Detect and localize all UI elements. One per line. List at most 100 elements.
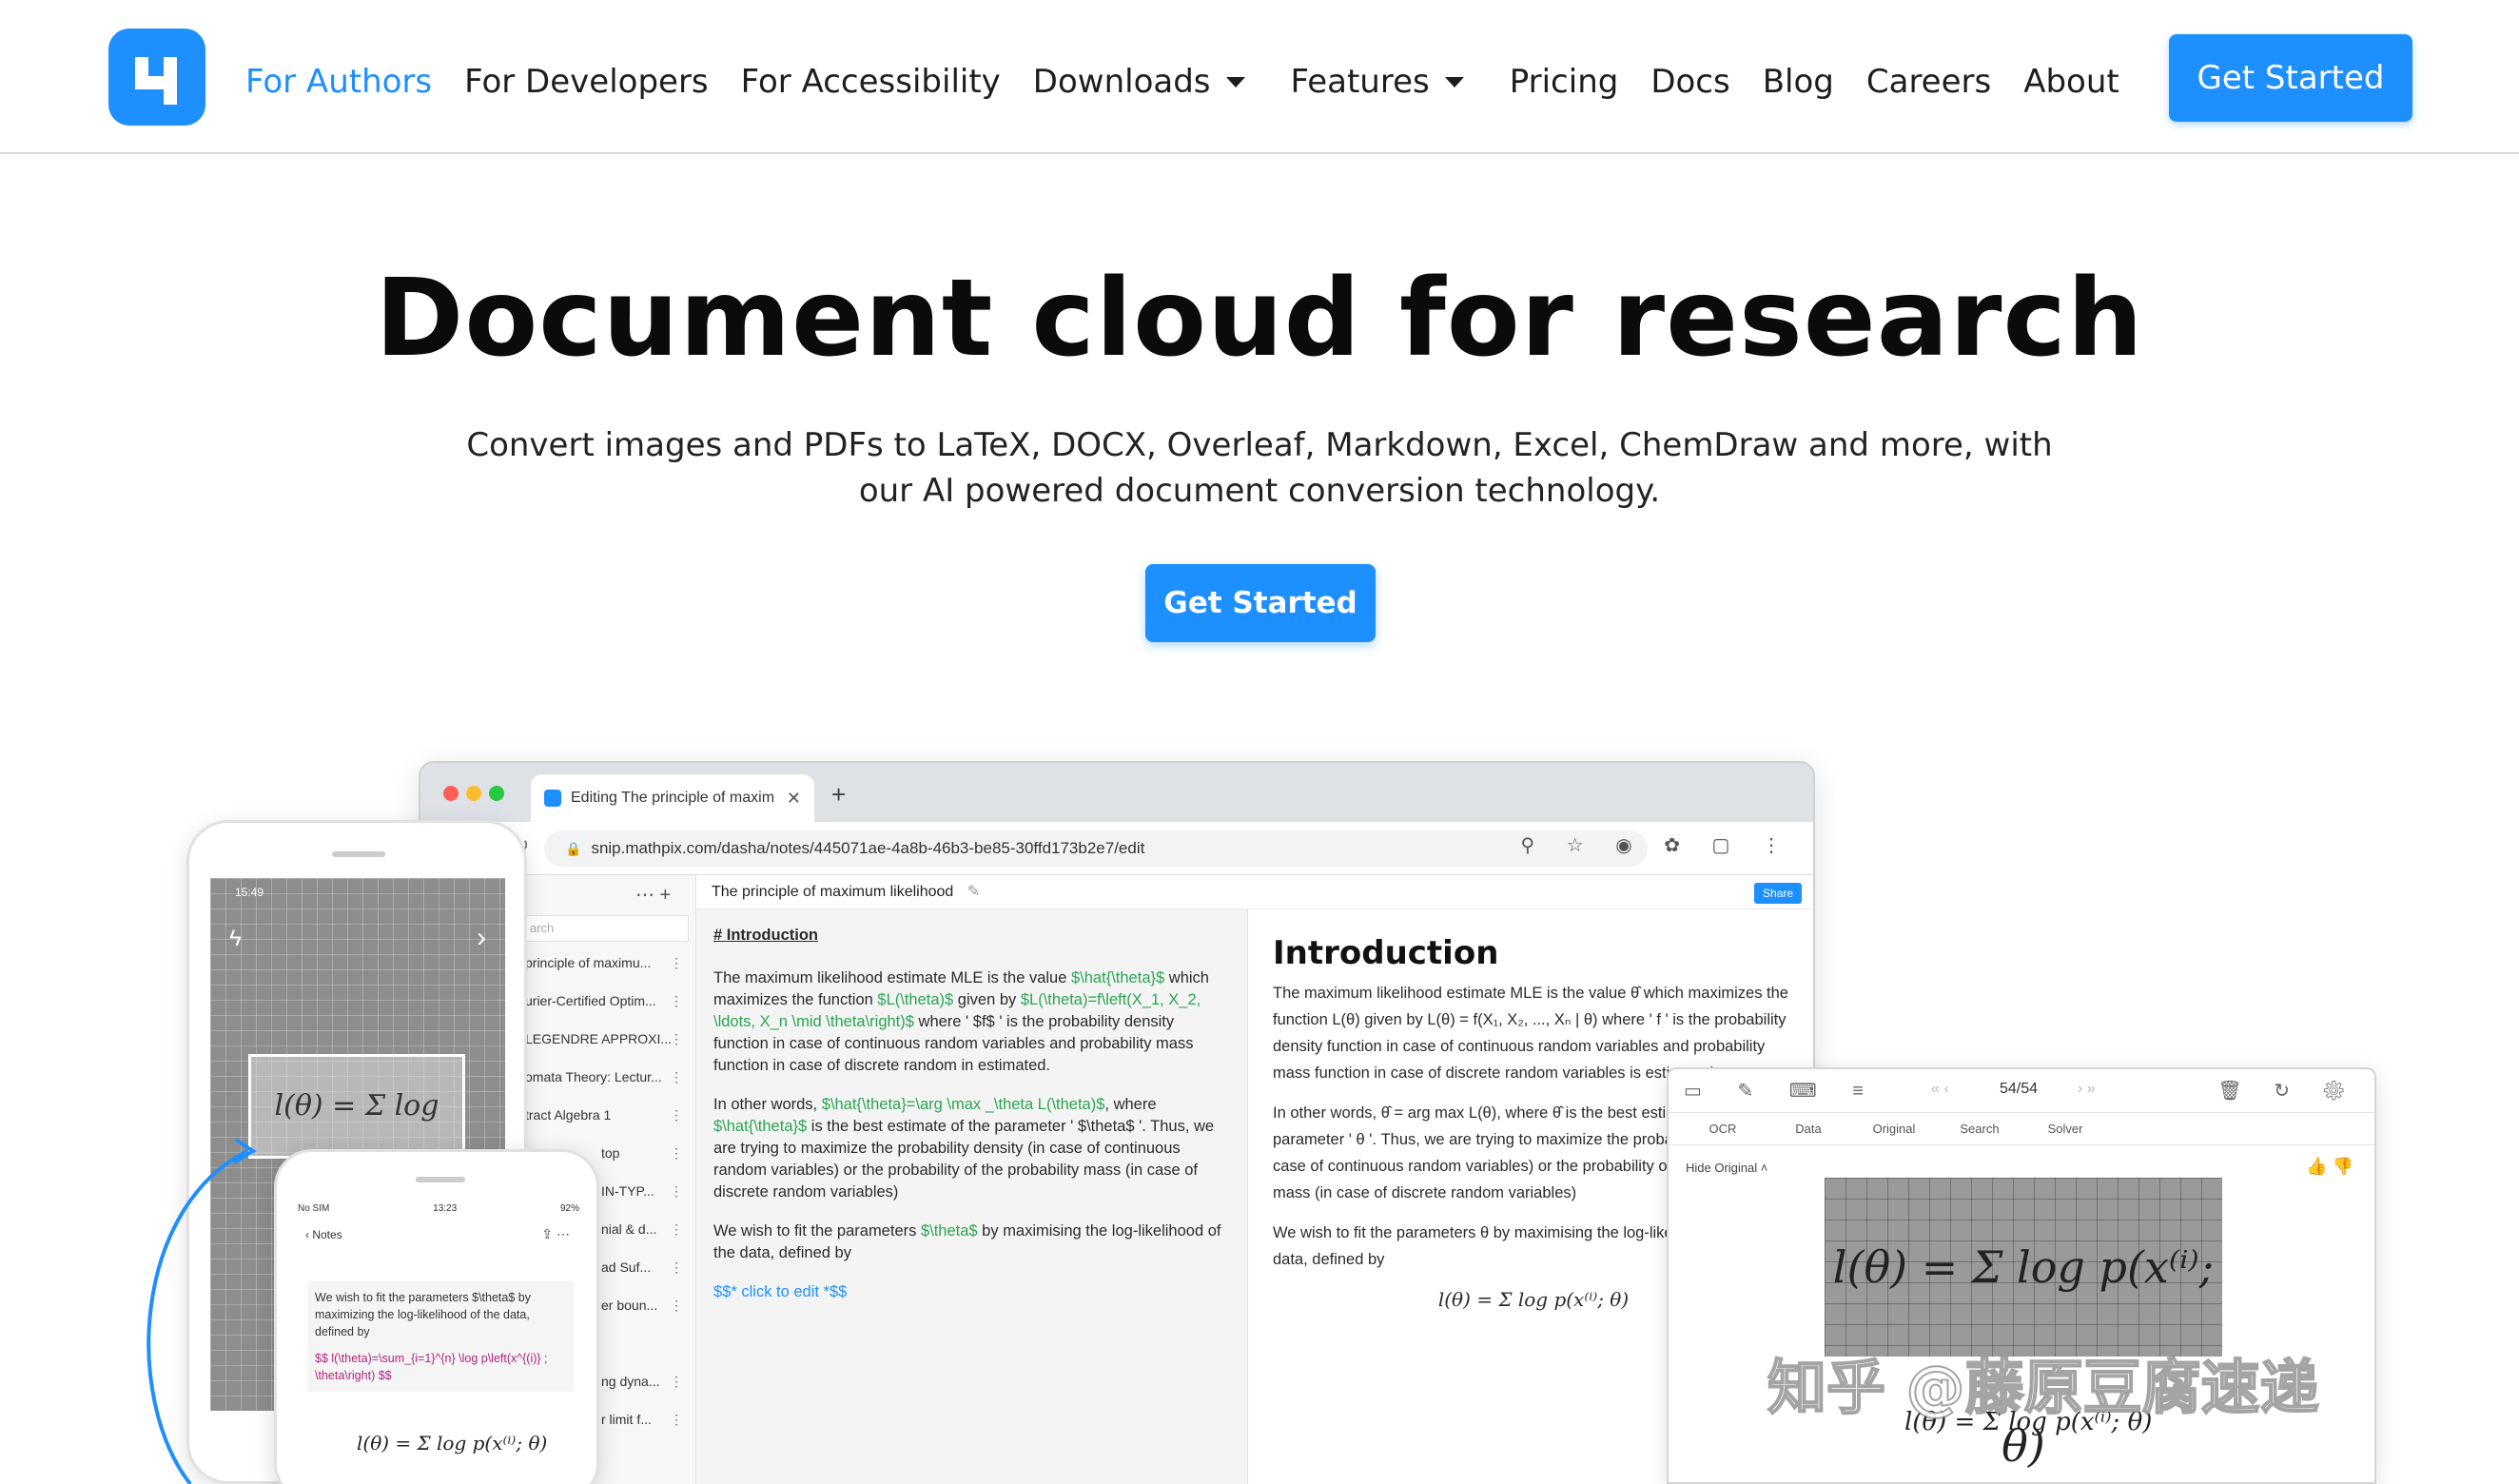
chevron-up-icon: ˄ [1757,1161,1768,1175]
notes-rendered-formula: l(θ) = Σ log p(x⁽ⁱ⁾; θ) [357,1432,548,1455]
editor-latex: $L(\theta)$ [877,991,954,1008]
sidebar-actions-icon[interactable]: ⋯ + [635,883,671,907]
editor-heading: # Introduction [713,927,818,944]
editor-click-to-edit[interactable]: $$* click to edit *$$ [713,1281,1230,1303]
hero-title: Document cloud for research [375,257,2144,381]
sidebar-note-item[interactable]: omata Theory: Lectur... [525,1069,687,1084]
url-field[interactable]: 🔒 snip.mathpix.com/dasha/notes/445071ae-… [544,830,1648,867]
notes-back-link[interactable]: ‹ Notes [305,1228,342,1241]
ocr-toolbar: ▭ ✎ ⌨ ≡ « ‹ 54/54 › » 🗑 ↻ ⚙ [1669,1069,2374,1113]
page-next-icon[interactable]: › » [2078,1081,2096,1098]
browser-extension-icons[interactable]: ⚲ ☆ ◉ ✿ ▢ ⋮ [1521,833,1794,857]
browser-tab[interactable]: Editing The principle of maxim ✕ [531,774,814,822]
chevron-down-icon [1444,76,1464,88]
editor-paragraph-1: The maximum likelihood estimate MLE is t… [713,967,1230,1077]
notes-back-label: Notes [312,1228,342,1241]
editor-latex: $\hat{\theta}=\arg \max _\theta L(\theta… [821,1096,1105,1113]
carrier-label: No SIM [298,1203,330,1214]
sidebar-note-item[interactable]: urier-Certified Optim... [525,993,687,1008]
browser-address-bar: ← → ↻ 🔒 snip.mathpix.com/dasha/notes/445… [420,822,1813,875]
hero-get-started-button[interactable]: Get Started [1145,564,1376,642]
editor-paragraph-2: In other words, $\hat{\theta}=\arg \max … [713,1094,1230,1203]
hero-subtitle-line-2: our AI powered document conversion techn… [858,472,1661,510]
sidebar-search-input[interactable]: arch [521,915,689,942]
maximize-window-dot [489,786,504,801]
nav-downloads[interactable]: Downloads [1033,63,1245,101]
tab-original[interactable]: Original [1851,1113,1937,1144]
ocr-panel-actions-icon[interactable]: 🗑 ↻ ⚙ [2217,1079,2359,1103]
hide-original-label: Hide Original [1686,1161,1758,1175]
nav-for-developers[interactable]: For Developers [464,63,709,101]
chevron-down-icon [1225,76,1245,88]
mathpix-logo-icon [135,57,177,105]
tab-ocr[interactable]: OCR [1680,1113,1766,1144]
browser-tab-bar: Editing The principle of maxim ✕ + [420,763,1813,822]
battery-level: 92% [559,1203,579,1214]
editor-latex: $\hat{\theta}$ [1071,969,1165,986]
phone-time: 13:23 [433,1203,458,1214]
new-tab-icon[interactable]: + [831,780,846,810]
nav-get-started-button[interactable]: Get Started [2169,34,2412,122]
tab-data[interactable]: Data [1766,1113,1851,1144]
share-button[interactable]: Share [1754,883,1802,904]
close-tab-icon[interactable]: ✕ [787,789,801,809]
nav-careers[interactable]: Careers [1866,63,1991,101]
flash-icon[interactable]: ϟ [229,926,242,952]
nav-downloads-label: Downloads [1032,63,1211,101]
phone-speaker [332,851,385,857]
url-text: snip.mathpix.com/dasha/notes/445071ae-4a… [591,839,1145,857]
crop-region[interactable]: l(θ) = Σ log p(x⁽ⁱ⁾, θ) [248,1054,465,1221]
nav-features[interactable]: Features [1291,63,1464,101]
notes-latex-code: $$ l(\theta)=\sum_{i=1}^{n} \log p\left(… [315,1352,548,1382]
nav-about[interactable]: About [2023,63,2119,101]
document-title[interactable]: The principle of maximum likelihood [712,884,953,900]
sidebar-note-item[interactable]: LEGENDRE APPROXI... [525,1031,687,1046]
nav-blog[interactable]: Blog [1763,63,1834,101]
hide-original-toggle[interactable]: Hide Original ˄ [1686,1161,1767,1175]
share-actions-icon[interactable]: ⇪ ⋯ [541,1226,570,1242]
ocr-tool-icons[interactable]: ▭ ✎ ⌨ ≡ [1684,1079,1879,1103]
hero-subtitle: Convert images and PDFs to LaTeX, DOCX, … [0,422,2519,514]
browser-tab-title: Editing The principle of maxim [571,790,775,806]
lock-icon: 🔒 [565,840,582,856]
nav-pricing[interactable]: Pricing [1510,63,1619,101]
feedback-thumbs-icon[interactable]: 👍 👎 [2306,1157,2353,1177]
nav-features-label: Features [1290,63,1430,101]
tab-search[interactable]: Search [1937,1113,2022,1144]
ocr-tabs: OCR Data Original Search Solver [1669,1113,2374,1145]
editor-paragraph-3: We wish to fit the parameters $\theta$ b… [713,1220,1230,1264]
phone-status-bar: No SIM 13:23 92% [298,1203,579,1214]
phone-notes-mockup: No SIM 13:23 92% ‹ Notes ⇪ ⋯ We wish to … [274,1149,599,1484]
original-handwriting-image: l(θ) = Σ log p(x⁽ⁱ⁾; θ) [1825,1178,2222,1472]
nav-docs[interactable]: Docs [1650,63,1729,101]
editor-text: We wish to fit the parameters [713,1222,921,1240]
zhihu-watermark: 知乎 @藤原豆腐速递 [1767,1352,2320,1423]
phone-speaker [416,1177,465,1182]
nav-links: For Authors For Developers For Accessibi… [245,55,2152,108]
tab-solver[interactable]: Solver [2022,1113,2108,1144]
document-header: The principle of maximum likelihood ✎ Sh… [696,875,1813,909]
mathpix-favicon-icon [544,790,561,807]
editor-text: given by [953,991,1021,1008]
ocr-page-indicator: 54/54 [2000,1081,2039,1097]
browser-mockup: Editing The principle of maxim ✕ + ← → ↻… [419,761,1815,1484]
editor-text: In other words, [713,1096,822,1113]
chevron-right-icon[interactable]: › [477,922,486,954]
close-window-dot [443,786,459,801]
editor-text: The maximum likelihood estimate MLE is t… [713,969,1071,986]
notes-content[interactable]: We wish to fit the parameters $\theta$ b… [307,1281,574,1392]
edit-pencil-icon[interactable]: ✎ [967,884,980,900]
preview-heading: Introduction [1273,934,1499,972]
sidebar-note-item[interactable]: principle of maximu... [525,955,687,970]
nav-for-authors[interactable]: For Authors [245,63,432,101]
app-body: ⋯ + arch principle of maximu... urier-Ce… [420,875,1813,1484]
editor-text: , where [1104,1096,1157,1113]
mathpix-logo[interactable] [108,29,205,126]
sidebar-note-item[interactable]: tract Algebra 1 [525,1107,687,1123]
markdown-editor[interactable]: # Introduction The maximum likelihood es… [696,909,1248,1484]
page-prev-icon[interactable]: « ‹ [1931,1081,1949,1098]
editor-latex: $\hat{\theta}$ [713,1118,808,1135]
nav-for-accessibility[interactable]: For Accessibility [741,63,1001,101]
phone-time: 15:49 [235,886,264,899]
hero-subtitle-line-1: Convert images and PDFs to LaTeX, DOCX, … [466,426,2053,464]
